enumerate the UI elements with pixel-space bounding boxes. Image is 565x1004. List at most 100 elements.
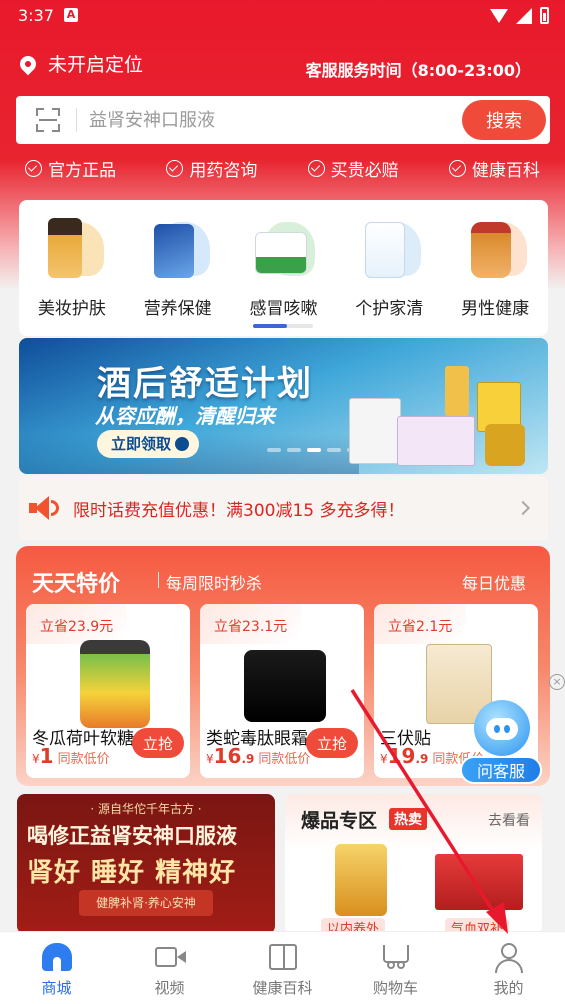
search-button[interactable]: 搜索 xyxy=(462,100,546,140)
supplement-jar-icon xyxy=(463,218,528,284)
buy-now-button[interactable]: 立抢 xyxy=(132,728,184,758)
promo-tagline: · 源自华佗千年古方 · xyxy=(90,802,202,816)
hot-products-title: 爆品专区 xyxy=(301,810,378,832)
assurance-row: 官方正品 用药咨询 买贵必赔 健康百科 xyxy=(0,156,565,181)
assurance-label: 官方正品 xyxy=(48,161,117,181)
search-divider xyxy=(76,108,77,132)
banner-subtitle: 从容应酬，清醒归来 xyxy=(95,404,275,428)
supplement-box-icon xyxy=(146,218,210,284)
book-icon xyxy=(266,941,300,973)
view-more-link[interactable]: 去看看 xyxy=(488,810,530,830)
product-price: ¥1 同款低价 xyxy=(32,744,110,768)
category-cold-cough[interactable]: 感冒咳嗽 xyxy=(231,200,337,336)
cart-icon xyxy=(379,941,413,973)
scan-icon[interactable] xyxy=(36,108,60,132)
search-input[interactable] xyxy=(89,109,462,131)
tab-mine[interactable]: 我的 xyxy=(452,932,565,1004)
check-circle-icon xyxy=(307,160,325,177)
signal-icon xyxy=(516,7,532,24)
savings-badge: 立省2.1元 xyxy=(374,604,467,644)
category-personal-care[interactable]: 个护家清 xyxy=(336,200,442,336)
status-bar: 3:37 A xyxy=(0,0,565,32)
category-label: 男性健康 xyxy=(461,299,530,319)
category-mens-health[interactable]: 男性健康 xyxy=(442,200,548,336)
customer-service-label: 问客服 xyxy=(460,756,542,784)
savings-badge: 立省23.9元 xyxy=(26,604,128,644)
notification-a-icon: A xyxy=(64,8,78,22)
banner-product-image xyxy=(397,416,475,466)
buy-now-button[interactable]: 立抢 xyxy=(306,728,358,758)
customer-service-button[interactable]: 问客服 xyxy=(460,700,542,784)
notice-bar[interactable]: 限时话费充值优惠！满300减15 多充多得！ xyxy=(19,476,548,540)
battery-icon xyxy=(540,7,549,24)
assurance-item: 买贵必赔 xyxy=(307,156,399,181)
home-icon xyxy=(40,941,74,973)
flash-sale-subtitle: 每周限时秒杀 xyxy=(166,574,263,593)
close-icon[interactable]: × xyxy=(549,674,565,690)
daily-deals-link[interactable]: 每日优惠 xyxy=(462,570,526,594)
product-card[interactable]: 立省23.1元 类蛇毒肽眼霜 ¥16.9 同款低价 立抢 xyxy=(200,604,364,778)
search-bar: 搜索 xyxy=(16,96,550,144)
assurance-item: 健康百科 xyxy=(448,156,540,181)
check-circle-icon xyxy=(25,160,43,177)
banner-product-image xyxy=(445,366,469,416)
system-icons xyxy=(490,7,549,24)
category-beauty[interactable]: 美妆护肤 xyxy=(19,200,125,336)
speaker-icon xyxy=(27,494,61,522)
check-circle-icon xyxy=(448,160,466,177)
category-label: 美妆护肤 xyxy=(37,299,106,319)
care-package-icon xyxy=(357,218,422,284)
promo-ribbon: 健脾补肾·养心安神 xyxy=(79,890,213,916)
promo-slogan: 肾好 睡好 精神好 xyxy=(27,858,237,888)
banner-cta-button[interactable]: 立即领取 xyxy=(97,430,200,458)
status-time: 3:37 xyxy=(18,6,54,25)
banner-product-image xyxy=(485,424,525,466)
wifi-icon xyxy=(490,8,508,23)
hot-products-section[interactable]: 爆品专区 热卖 去看看 以内养外 气血双补 xyxy=(285,794,542,934)
assurance-item: 用药咨询 xyxy=(166,156,257,181)
banner-title: 酒后舒适计划 xyxy=(97,364,313,404)
tab-health-wiki[interactable]: 健康百科 xyxy=(226,932,339,1004)
product-card[interactable]: 立省23.9元 冬瓜荷叶软糖 ¥1 同款低价 立抢 xyxy=(26,604,190,778)
check-circle-icon xyxy=(166,160,184,177)
tab-label: 商城 xyxy=(41,979,72,997)
assurance-label: 买贵必赔 xyxy=(330,161,399,181)
product-image xyxy=(435,854,523,910)
video-camera-icon xyxy=(153,941,187,973)
promo-headline: 喝修正益肾安神口服液 xyxy=(27,823,237,848)
product-image xyxy=(80,640,150,728)
category-nutrition[interactable]: 营养保健 xyxy=(125,200,231,336)
tab-cart[interactable]: 购物车 xyxy=(339,932,452,1004)
savings-badge: 立省23.1元 xyxy=(200,604,302,644)
promo-banner[interactable]: 酒后舒适计划 从容应酬，清醒归来 立即领取 xyxy=(19,338,548,474)
serum-bottle-icon xyxy=(40,218,104,284)
notice-text: 限时话费充值优惠！满300减15 多充多得！ xyxy=(73,500,405,521)
flash-sale-divider xyxy=(158,572,159,588)
bottom-tab-bar: 商城 视频 健康百科 购物车 我的 xyxy=(0,931,565,1004)
category-label: 营养保健 xyxy=(143,299,212,319)
category-label: 个护家清 xyxy=(355,299,424,319)
assurance-label: 健康百科 xyxy=(471,161,540,181)
banner-product-image xyxy=(349,398,401,464)
product-image xyxy=(244,650,326,722)
tab-video[interactable]: 视频 xyxy=(113,932,226,1004)
location-label: 未开启定位 xyxy=(48,54,144,76)
banner-pagination xyxy=(267,448,361,452)
flash-sale-title: 天天特价 xyxy=(32,572,121,597)
assurance-item: 官方正品 xyxy=(25,156,116,181)
hot-badge: 热卖 xyxy=(389,808,427,830)
chevron-right-icon xyxy=(515,500,531,516)
promo-ad-card[interactable]: · 源自华佗千年古方 · 喝修正益肾安神口服液 肾好 睡好 精神好 健脾补肾·养… xyxy=(17,794,275,934)
location-selector[interactable]: 未开启定位 xyxy=(16,50,144,77)
service-hours: 客服服务时间（8:00-23:00） xyxy=(305,61,531,80)
category-label: 感冒咳嗽 xyxy=(249,299,318,319)
tab-label: 我的 xyxy=(493,979,524,997)
tab-mall[interactable]: 商城 xyxy=(0,932,113,1004)
tab-label: 健康百科 xyxy=(252,979,313,997)
category-grid: 美妆护肤 营养保健 感冒咳嗽 个护家清 男性健康 xyxy=(19,200,548,336)
user-icon xyxy=(492,941,526,973)
tab-label: 视频 xyxy=(154,979,185,997)
location-pin-icon xyxy=(16,52,40,75)
product-image xyxy=(335,844,387,916)
category-scroll-indicator xyxy=(253,324,314,328)
